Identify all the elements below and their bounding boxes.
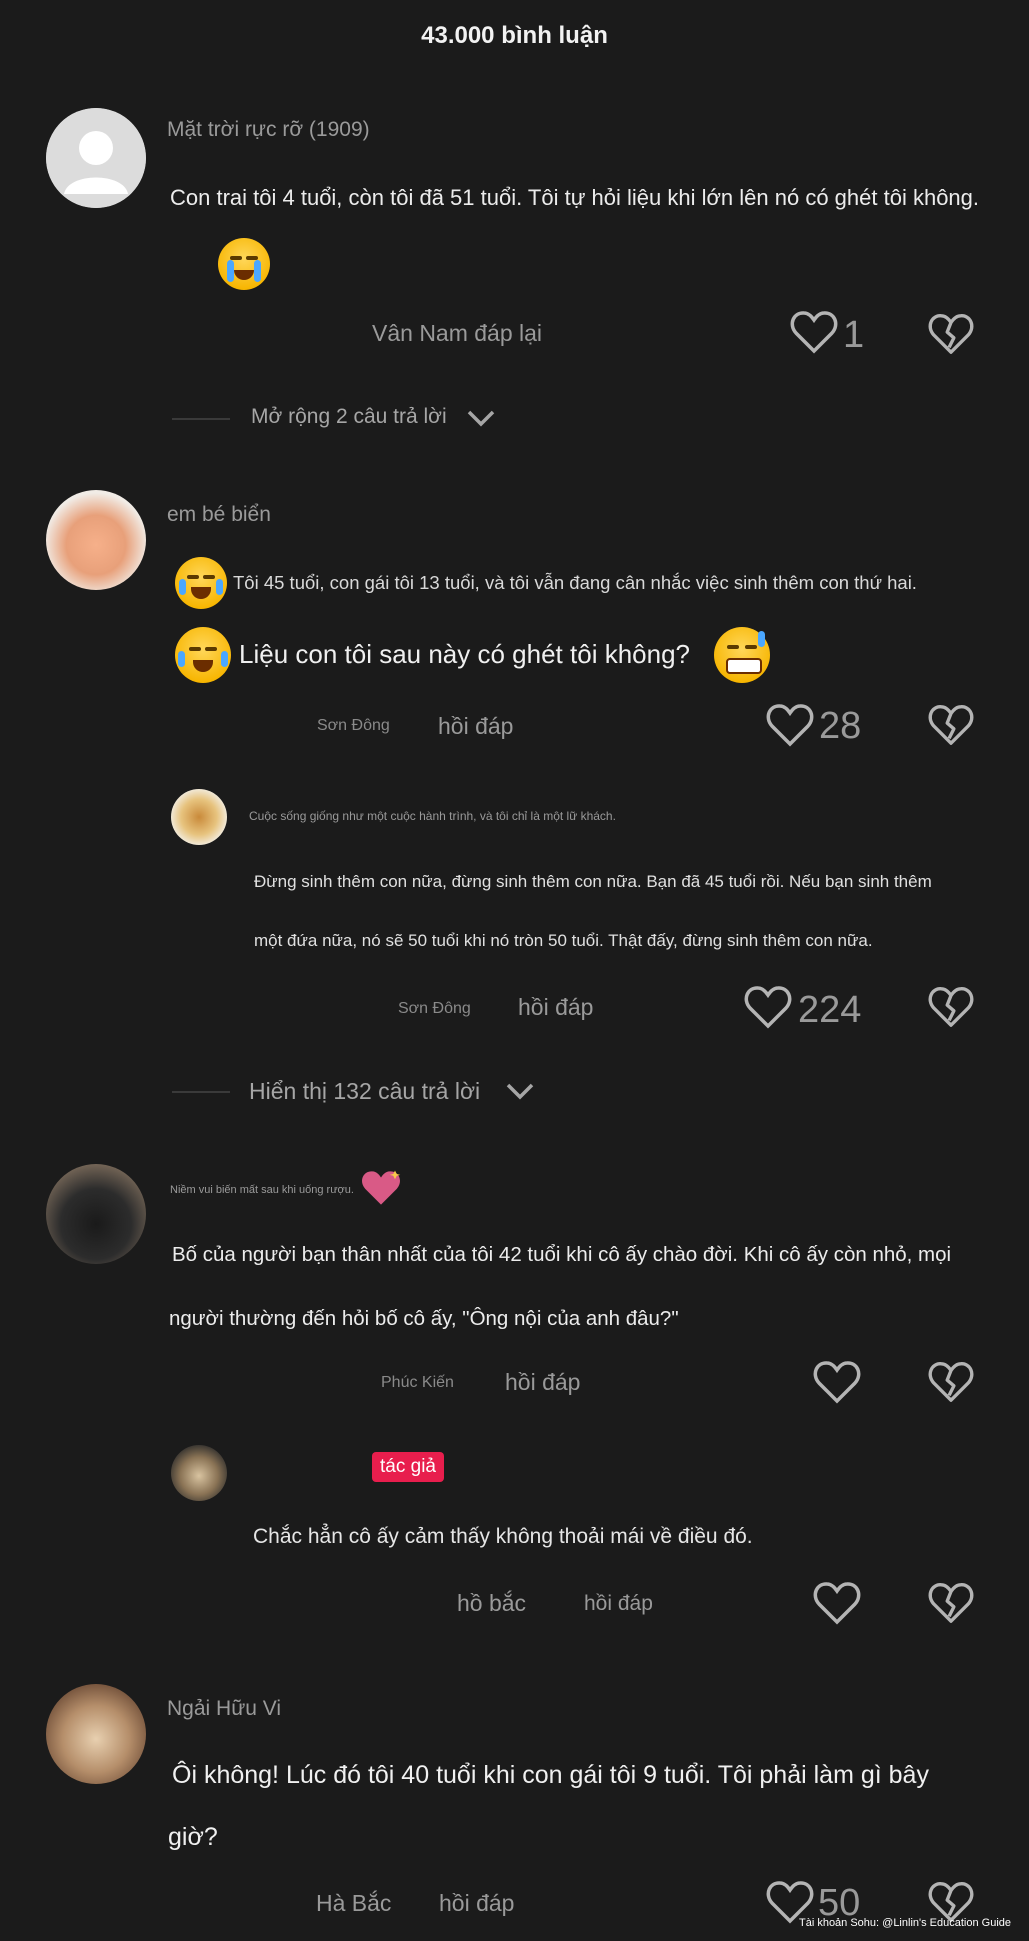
broken-heart-icon bbox=[928, 1362, 974, 1402]
crying-emoji bbox=[218, 238, 270, 290]
watermark-text: Tài khoản Sohu: @Linlin's Education Guid… bbox=[798, 1917, 1011, 1929]
reply-button[interactable]: hồi đáp bbox=[438, 713, 513, 740]
sparkling-heart-icon bbox=[360, 1168, 402, 1213]
dislike-button[interactable] bbox=[928, 1581, 974, 1630]
reply-button[interactable]: hồi đáp bbox=[439, 1890, 514, 1917]
comment-username[interactable]: Niềm vui biến mất sau khi uống rượu. bbox=[170, 1184, 354, 1196]
dislike-button[interactable] bbox=[928, 312, 974, 361]
reply-text: Đừng sinh thêm con nữa, đừng sinh thêm c… bbox=[254, 872, 932, 891]
like-button[interactable] bbox=[744, 985, 792, 1034]
divider bbox=[172, 1091, 230, 1093]
reply-text-line2: một đứa nữa, nó sẽ 50 tuổi khi nó tròn 5… bbox=[254, 931, 873, 950]
dislike-button[interactable] bbox=[928, 1360, 974, 1409]
grimacing-sweat-emoji bbox=[714, 627, 770, 683]
comment-text: Con trai tôi 4 tuổi, còn tôi đã 51 tuổi.… bbox=[170, 185, 980, 210]
comment-text-line2: giờ? bbox=[168, 1823, 218, 1851]
reply-button[interactable]: hồi đáp bbox=[505, 1369, 580, 1396]
like-button[interactable] bbox=[790, 310, 838, 359]
chevron-down-icon[interactable] bbox=[505, 1080, 535, 1107]
like-count: 28 bbox=[819, 705, 862, 747]
like-button[interactable] bbox=[813, 1581, 861, 1630]
reply-location: Sơn Đông bbox=[398, 1000, 471, 1017]
reply-button[interactable]: hồi đáp bbox=[584, 1592, 653, 1616]
avatar[interactable] bbox=[171, 789, 227, 845]
comment-text-line2: Liệu con tôi sau này có ghét tôi không? bbox=[239, 639, 690, 669]
heart-icon bbox=[766, 704, 814, 747]
comment-text: Bố của người bạn thân nhất của tôi 42 tu… bbox=[172, 1243, 952, 1266]
broken-heart-icon bbox=[928, 705, 974, 745]
avatar[interactable] bbox=[46, 1684, 146, 1784]
reply-text: Chắc hẳn cô ấy cảm thấy không thoải mái … bbox=[253, 1525, 753, 1548]
expand-replies[interactable]: Hiển thị 132 câu trả lời bbox=[249, 1078, 480, 1105]
heart-icon bbox=[813, 1361, 861, 1404]
heart-icon bbox=[744, 986, 792, 1029]
broken-heart-icon bbox=[928, 987, 974, 1027]
heart-icon bbox=[790, 311, 838, 354]
comment-username[interactable]: Mặt trời rực rỡ (1909) bbox=[167, 118, 370, 142]
avatar[interactable] bbox=[171, 1445, 227, 1501]
comment-text: Tôi 45 tuổi, con gái tôi 13 tuổi, và tôi… bbox=[233, 572, 917, 593]
broken-heart-icon bbox=[928, 314, 974, 354]
laughing-crying-emoji bbox=[175, 557, 227, 609]
like-count: 224 bbox=[798, 989, 862, 1031]
avatar[interactable] bbox=[46, 108, 146, 208]
comment-username[interactable]: Ngải Hữu Vi bbox=[167, 1697, 281, 1721]
comment-location: Sơn Đông bbox=[317, 717, 390, 734]
comment-location: Phúc Kiến bbox=[381, 1374, 454, 1391]
reply-username[interactable]: Cuộc sống giống như một cuộc hành trình,… bbox=[249, 809, 616, 823]
broken-heart-icon bbox=[928, 1583, 974, 1623]
comments-count-title: 43.000 bình luận bbox=[421, 22, 608, 49]
avatar[interactable] bbox=[46, 490, 146, 590]
avatar[interactable] bbox=[46, 1164, 146, 1264]
comment-username[interactable]: em bé biển bbox=[167, 503, 271, 527]
heart-icon bbox=[813, 1582, 861, 1625]
expand-replies[interactable]: Mở rộng 2 câu trả lời bbox=[251, 405, 447, 429]
like-button[interactable] bbox=[813, 1360, 861, 1409]
divider bbox=[172, 418, 230, 420]
dislike-button[interactable] bbox=[928, 703, 974, 752]
comment-text: Ôi không! Lúc đó tôi 40 tuổi khi con gái… bbox=[172, 1761, 929, 1789]
like-count: 1 bbox=[843, 314, 865, 356]
reply-button[interactable]: hồi đáp bbox=[518, 994, 593, 1021]
comment-location: Hà Bắc bbox=[316, 1890, 392, 1916]
like-button[interactable] bbox=[766, 703, 814, 752]
author-badge: tác giả bbox=[372, 1452, 444, 1482]
chevron-down-icon[interactable] bbox=[466, 407, 496, 434]
reply-location: hồ bắc bbox=[457, 1590, 527, 1616]
dislike-button[interactable] bbox=[928, 985, 974, 1034]
comment-text-line2: người thường đến hỏi bố cô ấy, "Ông nội … bbox=[169, 1307, 679, 1330]
reply-button[interactable]: Vân Nam đáp lại bbox=[372, 320, 542, 347]
default-user-icon bbox=[46, 108, 146, 208]
laughing-crying-emoji bbox=[175, 627, 231, 683]
